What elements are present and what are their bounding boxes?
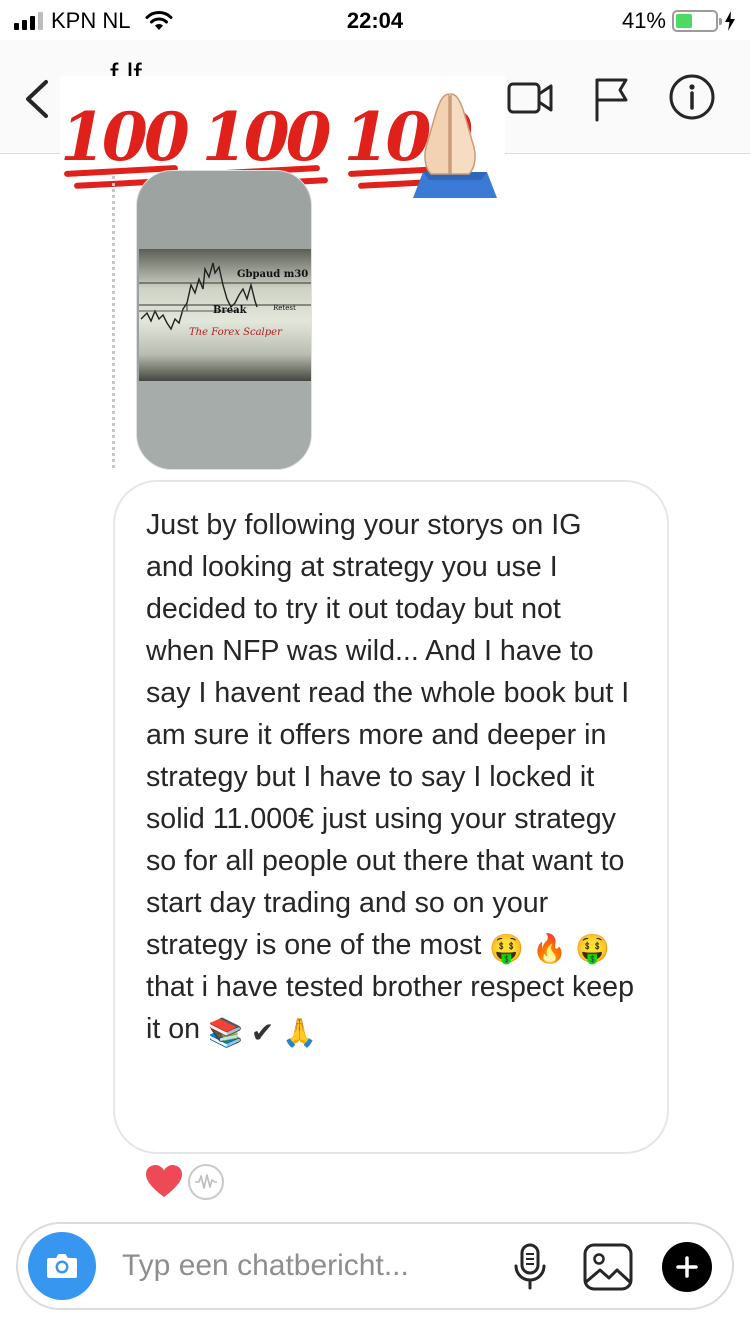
message-body: Just by following your storys on IG and … — [146, 509, 630, 961]
message-input[interactable] — [122, 1246, 502, 1286]
heart-icon[interactable] — [144, 1162, 184, 1202]
status-right: 41% — [622, 8, 736, 34]
message-reactions[interactable] — [144, 1162, 224, 1202]
charging-bolt-icon — [725, 11, 735, 31]
chart-break-label: Break — [213, 305, 247, 316]
hundred-points-emoji: 100 — [60, 98, 190, 176]
status-bar: KPN NL 22:04 41% — [0, 0, 750, 40]
image-message[interactable]: Gbpaud m30 Break Retest The Forex Scalpe… — [136, 170, 312, 470]
praying-hands-emoji: 🙏 — [282, 1016, 318, 1049]
chart-photo: Gbpaud m30 Break Retest The Forex Scalpe… — [139, 249, 311, 381]
camera-icon — [47, 1254, 77, 1278]
money-mouth-emoji: 🤑 — [574, 932, 610, 965]
check-mark-emoji: ✔ — [250, 1016, 275, 1049]
hundred-points-emoji: 100 — [201, 98, 332, 176]
video-camera-icon[interactable] — [506, 76, 554, 120]
wave-icon[interactable] — [188, 1164, 224, 1200]
money-mouth-emoji: 🤑 — [489, 932, 525, 965]
plus-button[interactable] — [662, 1242, 712, 1292]
flag-icon[interactable] — [592, 76, 632, 122]
battery-level — [676, 14, 692, 28]
chart-retest-label: Retest — [273, 304, 296, 312]
battery-icon — [672, 10, 722, 32]
chart-pair-label: Gbpaud m30 — [237, 269, 309, 280]
microphone-icon[interactable] — [512, 1242, 548, 1292]
battery-percent: 41% — [621, 8, 666, 33]
plus-icon — [676, 1256, 698, 1278]
thread-connector — [112, 176, 115, 468]
fire-emoji: 🔥 — [532, 932, 568, 965]
camera-button[interactable] — [28, 1232, 96, 1300]
praying-hands-icon — [413, 93, 497, 198]
chat-header: f lf 100 100 100 — [0, 40, 750, 198]
message-text: Just by following your storys on IG and … — [146, 504, 637, 1050]
info-icon[interactable] — [668, 73, 716, 121]
message-composer — [16, 1222, 734, 1310]
books-emoji: 📚 — [208, 1016, 243, 1049]
chevron-left-icon[interactable] — [18, 74, 58, 124]
text-message[interactable]: Just by following your storys on IG and … — [113, 480, 669, 1154]
gallery-icon[interactable] — [582, 1242, 634, 1292]
chart-signature: The Forex Scalper — [189, 327, 282, 338]
